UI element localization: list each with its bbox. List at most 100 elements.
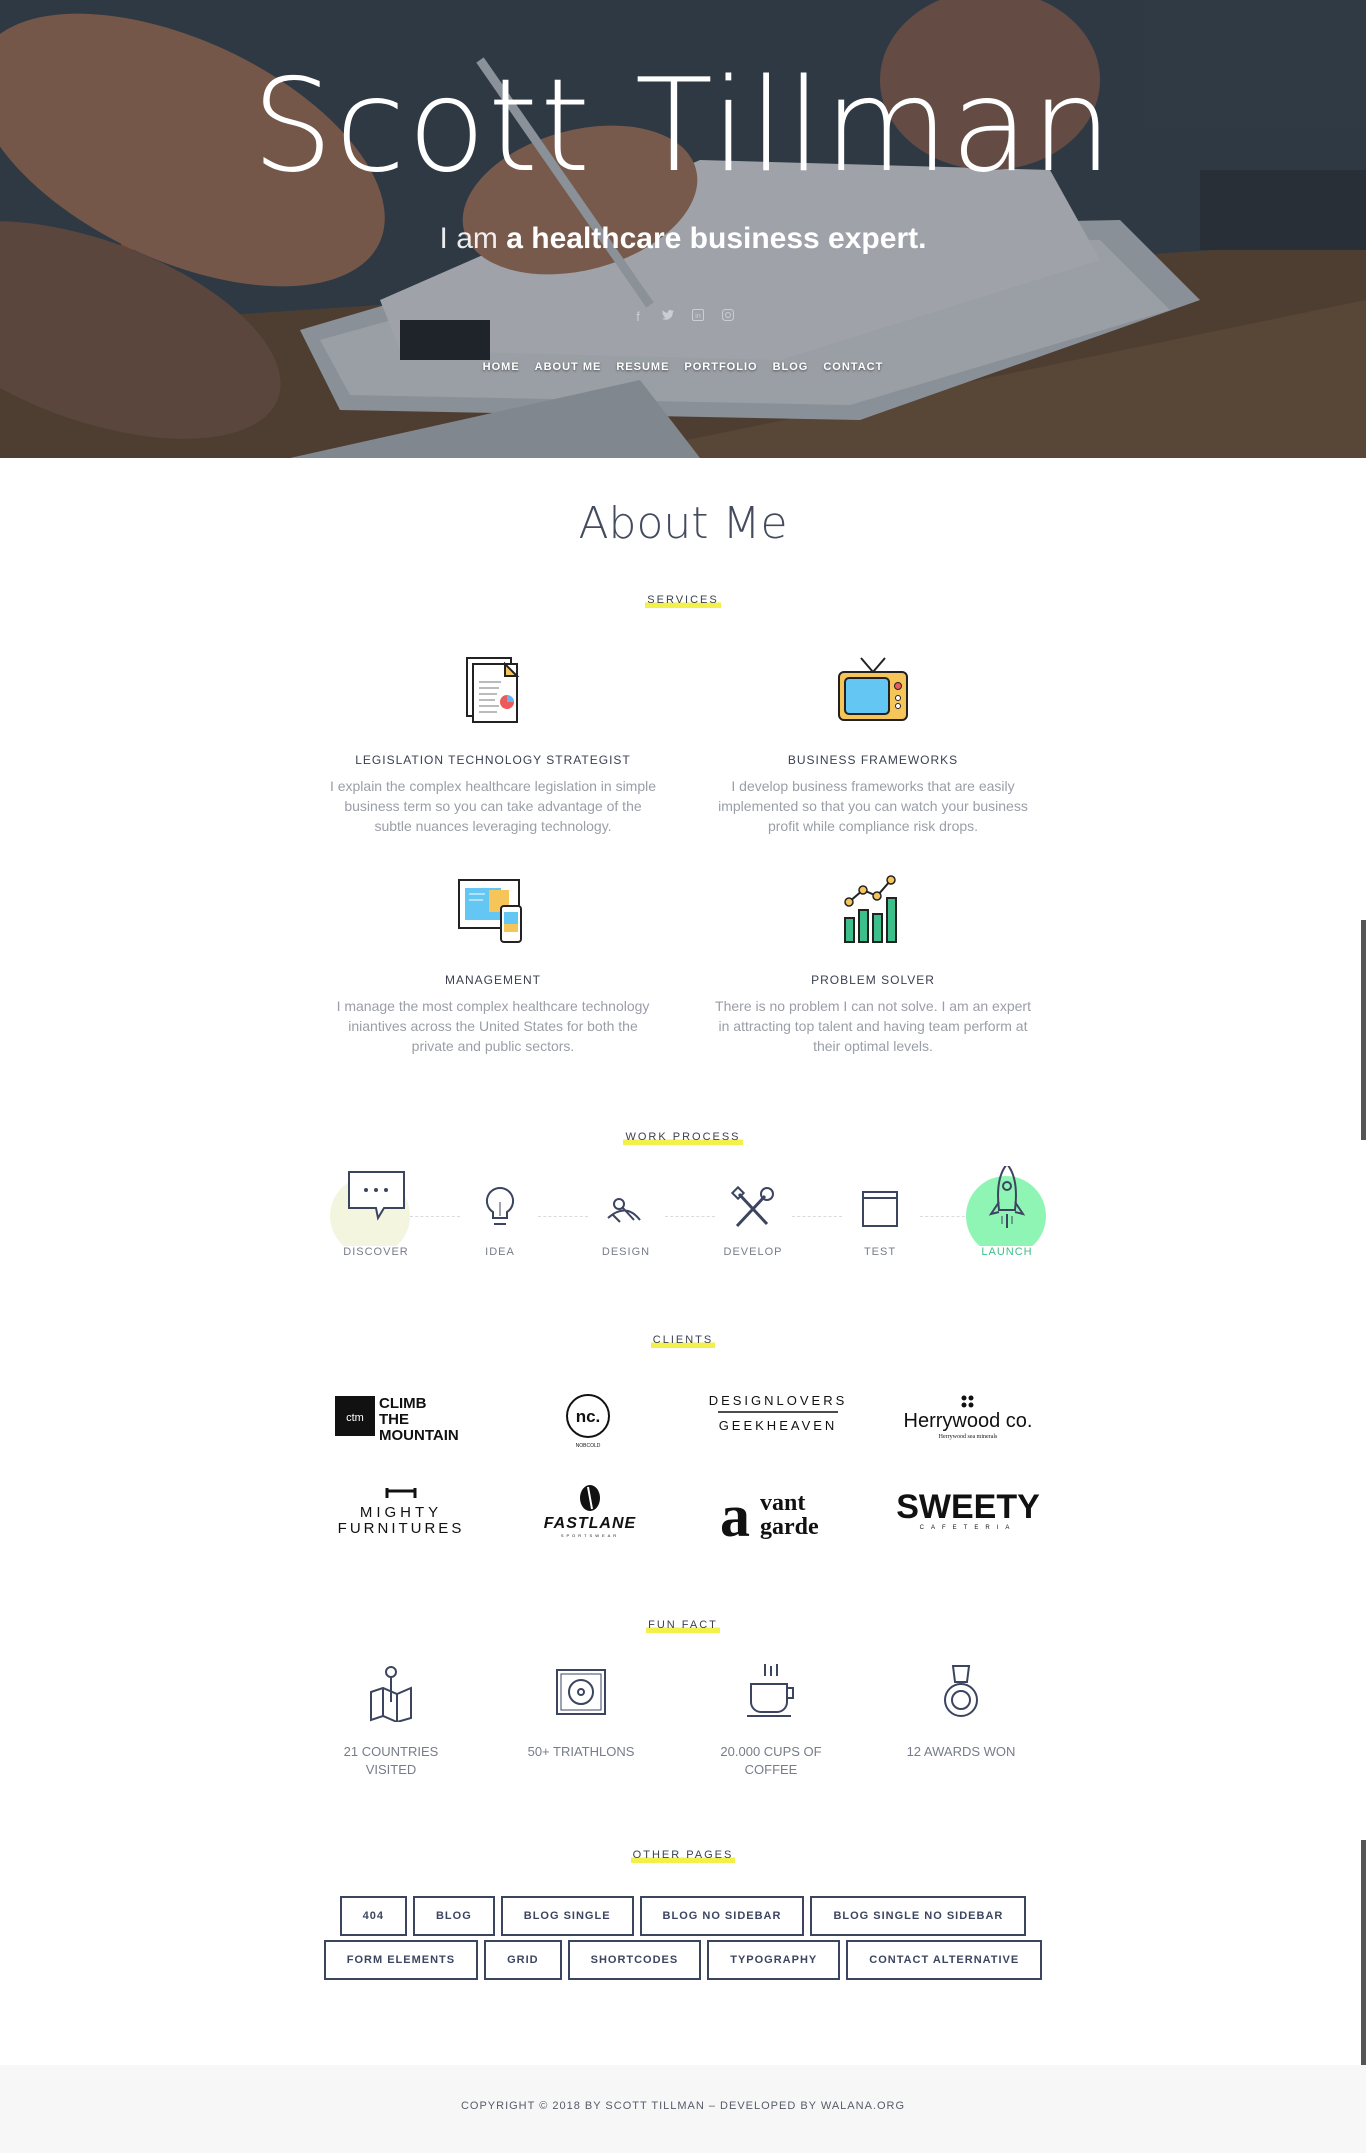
work-process: DISCOVER IDEA DESIGN DEVELOP TEST LAUNCH xyxy=(330,1162,1050,1266)
process-step-label: IDEA xyxy=(485,1246,515,1258)
fact-coffee: 20.000 CUPS OF COFFEE xyxy=(706,1662,836,1779)
clients-label: CLIENTS xyxy=(650,1334,716,1348)
page-link-404[interactable]: 404 xyxy=(339,1896,407,1936)
service-text: I develop business frameworks that are e… xyxy=(718,778,1028,834)
client-mighty-furnitures[interactable]: MIGHTY FURNITURES xyxy=(335,1480,515,1560)
svg-text:in: in xyxy=(695,313,701,320)
nav-portfolio[interactable]: PORTFOLIO xyxy=(684,361,757,373)
tools-icon xyxy=(730,1185,774,1228)
svg-text:THE: THE xyxy=(379,1411,409,1428)
nav-resume[interactable]: RESUME xyxy=(616,361,669,373)
instagram-icon[interactable] xyxy=(720,309,736,325)
fact-label: 50+ TRIATHLONS xyxy=(527,1744,635,1759)
linkedin-icon[interactable]: in xyxy=(690,309,706,325)
lightbulb-icon xyxy=(485,1186,515,1225)
svg-text:SWEETY: SWEETY xyxy=(896,1488,1040,1526)
nav-about-me[interactable]: ABOUT ME xyxy=(535,361,602,373)
page-link-blog-single[interactable]: BLOG SINGLE xyxy=(500,1896,634,1936)
svg-text:FURNITURES: FURNITURES xyxy=(338,1520,465,1537)
client-designlovers[interactable]: DESIGNLOVERS GEEKHEAVEN xyxy=(700,1380,880,1460)
svg-text:garde: garde xyxy=(760,1514,819,1540)
pen-tool-icon xyxy=(607,1198,641,1223)
hero-subtitle-prefix: I am xyxy=(439,222,498,255)
fact-awards: 12 AWARDS WON xyxy=(896,1662,1026,1761)
page-link-shortcodes[interactable]: SHORTCODES xyxy=(567,1940,702,1980)
service-frameworks: BUSINESS FRAMEWORKS I develop business f… xyxy=(708,650,1038,836)
client-fastlane[interactable]: FASTLANE SPORTSWEAR xyxy=(510,1480,690,1560)
bar-chart-icon xyxy=(844,875,897,943)
devices-icon xyxy=(458,879,522,943)
rocket-icon xyxy=(966,1162,1046,1256)
hero-subtitle: I am a healthcare business expert. xyxy=(0,222,1366,256)
client-nocold[interactable]: nc. NOBCOLD xyxy=(510,1380,690,1460)
footer: COPYRIGHT © 2018 BY SCOTT TILLMAN – DEVE… xyxy=(0,2065,1366,2153)
chat-bubble-icon xyxy=(330,1171,410,1256)
nav-contact[interactable]: CONTACT xyxy=(823,361,883,373)
client-avantgarde[interactable]: a vant garde xyxy=(700,1480,880,1560)
medal-icon xyxy=(944,1665,978,1717)
service-title: MANAGEMENT xyxy=(444,973,541,987)
svg-text:MIGHTY: MIGHTY xyxy=(360,1504,442,1521)
svg-text:Herrywood sea minerals: Herrywood sea minerals xyxy=(939,1434,998,1440)
documents-icon xyxy=(466,657,520,723)
page-link-blog-no-sidebar[interactable]: BLOG NO SIDEBAR xyxy=(639,1896,805,1936)
twitter-icon[interactable] xyxy=(660,309,676,325)
page-link-blog-single-no-sidebar[interactable]: BLOG SINGLE NO SIDEBAR xyxy=(810,1896,1027,1936)
hero-subtitle-bold: a healthcare business expert. xyxy=(506,222,927,255)
scrollbar-thumb-lower[interactable] xyxy=(1361,1840,1366,2065)
svg-text:NOBCOLD: NOBCOLD xyxy=(576,1443,601,1449)
hero-section: Scott Tillman I am a healthcare business… xyxy=(0,0,1366,458)
process-step-label: LAUNCH xyxy=(981,1246,1033,1258)
social-links: f in xyxy=(0,309,1366,325)
svg-text:vant: vant xyxy=(760,1490,805,1516)
service-text: I explain the complex healthcare legisla… xyxy=(329,778,657,834)
fact-countries: 21 COUNTRIES VISITED xyxy=(326,1662,456,1779)
process-step-test: TEST xyxy=(830,1166,930,1258)
svg-text:a: a xyxy=(720,1483,750,1549)
fun-fact-label: FUN FACT xyxy=(646,1619,720,1633)
service-problem-solver: PROBLEM SOLVER There is no problem I can… xyxy=(708,870,1038,1056)
service-text: There is no problem I can not solve. I a… xyxy=(715,998,1031,1054)
process-step-label: DEVELOP xyxy=(723,1246,783,1258)
client-herrywood[interactable]: Herrywood co. Herrywood sea minerals xyxy=(885,1380,1065,1460)
coffee-cup-icon xyxy=(747,1664,794,1717)
page-link-grid[interactable]: GRID xyxy=(484,1940,562,1980)
service-text: I manage the most complex healthcare tec… xyxy=(336,998,650,1054)
svg-text:ctm: ctm xyxy=(346,1412,364,1424)
process-step-develop: DEVELOP xyxy=(703,1166,803,1258)
client-climb-the-mountain[interactable]: ctm CLIMB THE MOUNTAIN xyxy=(335,1380,515,1460)
process-step-discover: DISCOVER xyxy=(326,1166,426,1258)
svg-text:DESIGNLOVERS: DESIGNLOVERS xyxy=(709,1393,848,1408)
process-step-launch: LAUNCH xyxy=(957,1162,1057,1258)
facebook-icon[interactable]: f xyxy=(630,309,646,325)
svg-text:CAFETERIA: CAFETERIA xyxy=(920,1525,1017,1531)
about-title: About Me xyxy=(578,498,788,549)
page-link-blog[interactable]: BLOG xyxy=(412,1896,495,1936)
process-step-label: DESIGN xyxy=(601,1246,651,1258)
svg-text:CLIMB: CLIMB xyxy=(379,1395,427,1412)
browser-window-icon xyxy=(862,1191,898,1227)
fact-label: 20.000 CUPS OF COFFEE xyxy=(720,1744,822,1777)
fact-label: 12 AWARDS WON xyxy=(906,1744,1016,1759)
page-link-typography[interactable]: TYPOGRAPHY xyxy=(707,1940,841,1980)
fact-label: 21 COUNTRIES VISITED xyxy=(343,1744,439,1777)
svg-text:GEEKHEAVEN: GEEKHEAVEN xyxy=(719,1418,838,1433)
fact-triathlons: 50+ TRIATHLONS xyxy=(516,1662,646,1761)
client-sweety[interactable]: SWEETY CAFETERIA xyxy=(885,1480,1065,1560)
nav-home[interactable]: HOME xyxy=(483,361,520,373)
other-pages-label: OTHER PAGES xyxy=(630,1849,736,1863)
footer-copyright: COPYRIGHT © 2018 BY SCOTT TILLMAN – DEVE… xyxy=(460,2100,906,2112)
page-link-form-elements[interactable]: FORM ELEMENTS xyxy=(323,1940,479,1980)
scrollbar-thumb[interactable] xyxy=(1361,920,1366,1140)
service-legislation: LEGISLATION TECHNOLOGY STRATEGIST I expl… xyxy=(328,650,658,836)
svg-text:SPORTSWEAR: SPORTSWEAR xyxy=(561,1533,619,1538)
process-step-label: TEST xyxy=(863,1246,897,1258)
svg-text:MOUNTAIN: MOUNTAIN xyxy=(379,1427,459,1444)
svg-text:nc.: nc. xyxy=(576,1407,601,1426)
service-title: PROBLEM SOLVER xyxy=(811,973,935,987)
process-step-label: DISCOVER xyxy=(343,1246,409,1258)
page-link-contact-alternative[interactable]: CONTACT ALTERNATIVE xyxy=(846,1940,1043,1980)
service-title: BUSINESS FRAMEWORKS xyxy=(787,753,959,767)
nav-blog[interactable]: BLOG xyxy=(773,361,809,373)
process-step-design: DESIGN xyxy=(576,1166,676,1258)
